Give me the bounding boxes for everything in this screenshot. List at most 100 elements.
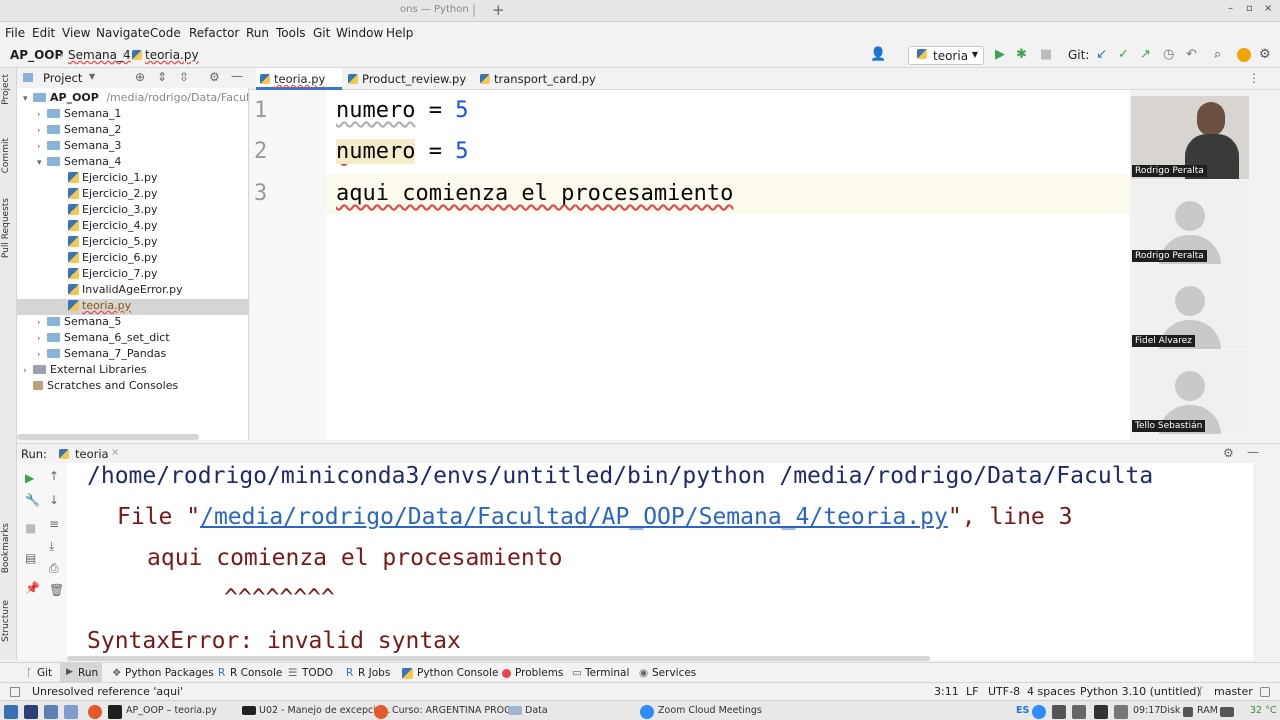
tree-item[interactable]: › Semana_1 bbox=[37, 107, 121, 123]
taskbar-item-data[interactable]: Data bbox=[525, 705, 548, 716]
tree-item[interactable]: › Semana_5 bbox=[37, 315, 121, 331]
chevron-right-icon[interactable]: › bbox=[37, 350, 47, 360]
wrench-icon[interactable]: 🔧 bbox=[25, 493, 40, 507]
hide-icon[interactable]: — bbox=[231, 69, 243, 83]
expand-all-icon[interactable]: ⇕ bbox=[157, 70, 167, 84]
chevron-right-icon[interactable]: › bbox=[37, 126, 47, 136]
horizontal-scrollbar[interactable] bbox=[17, 434, 199, 440]
settings-icon[interactable]: ⚙ bbox=[1259, 47, 1271, 62]
rerun-icon[interactable]: ▶ bbox=[25, 471, 34, 485]
tree-item[interactable]: teoria.py bbox=[17, 299, 249, 315]
chevron-right-icon[interactable]: › bbox=[37, 142, 47, 152]
indent-setting[interactable]: 4 spaces bbox=[1027, 685, 1076, 698]
menu-code[interactable]: Code bbox=[150, 26, 181, 40]
tool-r-console[interactable]: R Console bbox=[230, 667, 282, 679]
python-interpreter[interactable]: Python 3.10 (untitled) bbox=[1080, 685, 1201, 698]
git-push-icon[interactable]: ↗ bbox=[1140, 47, 1151, 62]
new-tab-button[interactable]: + bbox=[492, 1, 505, 19]
close-button[interactable]: × bbox=[1264, 3, 1272, 14]
tree-item[interactable]: › Semana_3 bbox=[37, 139, 121, 155]
tool-pull-requests[interactable]: Pull Requests bbox=[1, 198, 11, 258]
tree-item[interactable]: Ejercicio_6.py bbox=[68, 251, 157, 267]
menu-file[interactable]: File bbox=[5, 26, 25, 40]
soft-wrap-icon[interactable]: ≡ bbox=[49, 517, 59, 531]
menu-git[interactable]: Git bbox=[313, 26, 330, 40]
menu-help[interactable]: Help bbox=[386, 26, 413, 40]
tab-transport-card[interactable]: transport_card.py bbox=[476, 68, 606, 90]
tab-teoria[interactable]: teoria.py bbox=[256, 68, 342, 90]
tool-python-packages[interactable]: Python Packages bbox=[125, 667, 214, 679]
arrow-down-icon[interactable]: ↓ bbox=[49, 493, 59, 507]
gear-icon[interactable]: ⚙ bbox=[209, 70, 220, 84]
caret-position[interactable]: 3:11 bbox=[934, 685, 959, 698]
tab-product-review[interactable]: Product_review.py bbox=[344, 68, 470, 90]
video-tile[interactable]: Tello Sebastián bbox=[1131, 351, 1249, 434]
tree-item[interactable]: › Semana_7_Pandas bbox=[37, 347, 166, 363]
pin-icon[interactable]: 📌 bbox=[25, 581, 40, 595]
menu-edit[interactable]: Edit bbox=[32, 26, 55, 40]
menu-window[interactable]: Window bbox=[336, 26, 383, 40]
tree-item[interactable]: Ejercicio_7.py bbox=[68, 267, 157, 283]
network-icon[interactable] bbox=[1094, 705, 1108, 719]
history-icon[interactable]: ◷ bbox=[1163, 47, 1174, 62]
tool-services[interactable]: Services bbox=[652, 667, 696, 679]
rollback-icon[interactable]: ↶ bbox=[1186, 47, 1197, 62]
stop-icon[interactable]: ■ bbox=[1040, 47, 1052, 62]
volume-icon[interactable] bbox=[1114, 705, 1128, 719]
keyboard-layout[interactable]: ES bbox=[1016, 705, 1029, 716]
chevron-down-icon[interactable]: ▾ bbox=[37, 158, 47, 168]
taskbar-item-u02[interactable]: U02 - Manejo de excepcio... bbox=[259, 705, 391, 716]
file-encoding[interactable]: UTF-8 bbox=[988, 685, 1020, 698]
tool-terminal[interactable]: Terminal bbox=[585, 667, 629, 679]
user-icon[interactable]: 👤 bbox=[870, 47, 886, 62]
zoom-tray-icon[interactable] bbox=[1032, 705, 1046, 719]
horizontal-scrollbar[interactable] bbox=[67, 656, 930, 661]
taskbar-item-zoom[interactable]: Zoom Cloud Meetings bbox=[658, 705, 762, 716]
tool-python-console[interactable]: Python Console bbox=[417, 667, 498, 679]
git-commit-icon[interactable]: ✓ bbox=[1118, 47, 1129, 62]
chevron-right-icon[interactable]: › bbox=[37, 334, 47, 344]
run-output[interactable]: /home/rodrigo/miniconda3/envs/untitled/b… bbox=[67, 463, 1253, 660]
start-menu-icon[interactable] bbox=[4, 705, 18, 719]
collapse-all-icon[interactable]: ⇳ bbox=[179, 70, 189, 84]
chevron-down-icon[interactable]: ▼ bbox=[89, 72, 95, 81]
status-toggle-icon[interactable] bbox=[10, 687, 20, 697]
tree-item[interactable]: Ejercicio_3.py bbox=[68, 203, 157, 219]
menu-tools[interactable]: Tools bbox=[276, 26, 306, 40]
menu-run[interactable]: Run bbox=[246, 26, 269, 40]
chevron-right-icon[interactable]: › bbox=[37, 110, 47, 120]
trash-icon[interactable]: 🗑 bbox=[49, 583, 64, 597]
print-icon[interactable]: ⎙ bbox=[49, 561, 59, 576]
chrome-icon[interactable] bbox=[88, 705, 102, 719]
tree-item[interactable]: Ejercicio_5.py bbox=[68, 235, 157, 251]
project-panel-title[interactable]: Project bbox=[43, 71, 82, 85]
run-tab[interactable]: teoria bbox=[75, 447, 109, 461]
minimize-button[interactable]: – bbox=[1228, 3, 1233, 14]
tool-bookmarks[interactable]: Bookmarks bbox=[1, 523, 11, 573]
layout-icon[interactable]: ▤ bbox=[25, 551, 36, 565]
tool-todo[interactable]: TODO bbox=[302, 667, 333, 679]
close-icon[interactable]: × bbox=[111, 447, 119, 458]
tree-item[interactable]: › External Libraries bbox=[23, 363, 147, 379]
menu-view[interactable]: View bbox=[62, 26, 90, 40]
tool-run[interactable]: Run bbox=[78, 667, 98, 679]
scroll-to-end-icon[interactable]: ⤓ bbox=[49, 539, 54, 554]
menu-navigate[interactable]: Navigate bbox=[96, 26, 150, 40]
tray-icon[interactable] bbox=[1052, 705, 1066, 719]
debug-icon[interactable]: ✱ bbox=[1016, 47, 1027, 62]
chevron-right-icon[interactable]: › bbox=[37, 318, 47, 328]
search-icon[interactable]: ⌕ bbox=[1214, 47, 1221, 62]
more-vertical-icon[interactable]: ⋮ bbox=[1248, 71, 1260, 85]
video-tile[interactable]: Rodrigo Peralta bbox=[1131, 181, 1249, 264]
tool-structure[interactable]: Structure bbox=[1, 600, 11, 642]
run-configuration-select[interactable]: teoria ▼ bbox=[908, 46, 984, 65]
chevron-right-icon[interactable]: › bbox=[23, 366, 33, 376]
tool-r-jobs[interactable]: R Jobs bbox=[358, 667, 390, 679]
desktop-icon[interactable] bbox=[24, 705, 38, 719]
video-tile[interactable]: Rodrigo Peralta bbox=[1131, 96, 1249, 179]
settings-icon[interactable]: ⚙ bbox=[1223, 446, 1234, 460]
tool-commit[interactable]: Commit bbox=[1, 138, 11, 173]
tool-project[interactable]: Project bbox=[1, 74, 11, 105]
tree-item[interactable]: ▾ Semana_4 bbox=[37, 155, 121, 171]
files-icon[interactable] bbox=[44, 705, 58, 719]
